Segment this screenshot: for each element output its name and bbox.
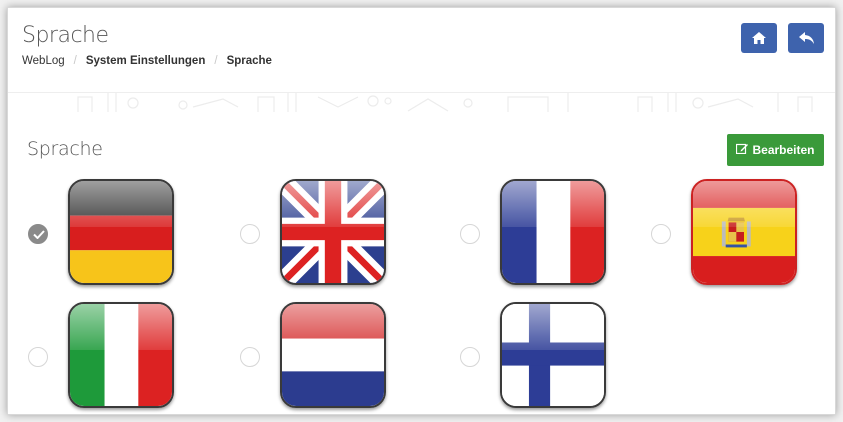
language-radio-selected[interactable]	[28, 224, 48, 244]
breadcrumb-item-weblog[interactable]: WebLog	[22, 55, 65, 67]
breadcrumb: WebLog / System Einstellungen / Sprache	[22, 55, 272, 67]
breadcrumb-item-system-einstellungen[interactable]: System Einstellungen	[86, 55, 206, 67]
app-window: Sprache WebLog / System Einstellungen / …	[7, 7, 836, 415]
language-panel: Sprache Bearbeiten	[8, 112, 835, 414]
decorative-banner	[8, 92, 835, 112]
language-option-french[interactable]	[460, 179, 630, 293]
language-option-dutch[interactable]	[240, 302, 410, 414]
netherlands-flag	[280, 302, 386, 408]
reply-icon	[798, 32, 814, 44]
language-radio[interactable]	[651, 224, 671, 244]
language-option-finnish[interactable]	[460, 302, 630, 414]
language-radio[interactable]	[240, 347, 260, 367]
edit-button[interactable]: Bearbeiten	[727, 134, 824, 166]
home-icon	[752, 32, 766, 44]
italy-flag	[68, 302, 174, 408]
spain-flag	[691, 179, 797, 285]
language-radio[interactable]	[240, 224, 260, 244]
edit-icon	[736, 143, 749, 157]
back-button[interactable]	[788, 23, 824, 53]
breadcrumb-item-sprache: Sprache	[226, 55, 272, 67]
language-radio[interactable]	[28, 347, 48, 367]
language-option-english[interactable]	[240, 179, 410, 293]
language-option-german[interactable]	[28, 179, 198, 293]
germany-flag	[68, 179, 174, 285]
united-kingdom-flag	[280, 179, 386, 285]
page-header: Sprache WebLog / System Einstellungen / …	[8, 8, 835, 92]
home-button[interactable]	[741, 23, 777, 53]
finland-flag	[500, 302, 606, 408]
breadcrumb-separator: /	[214, 55, 218, 67]
language-option-spanish[interactable]	[651, 179, 821, 293]
language-radio[interactable]	[460, 224, 480, 244]
language-radio[interactable]	[460, 347, 480, 367]
edit-button-label: Bearbeiten	[752, 143, 815, 157]
page-title: Sprache	[22, 23, 109, 48]
section-title: Sprache	[27, 138, 103, 160]
language-option-italian[interactable]	[28, 302, 198, 414]
france-flag	[500, 179, 606, 285]
breadcrumb-separator: /	[73, 55, 77, 67]
